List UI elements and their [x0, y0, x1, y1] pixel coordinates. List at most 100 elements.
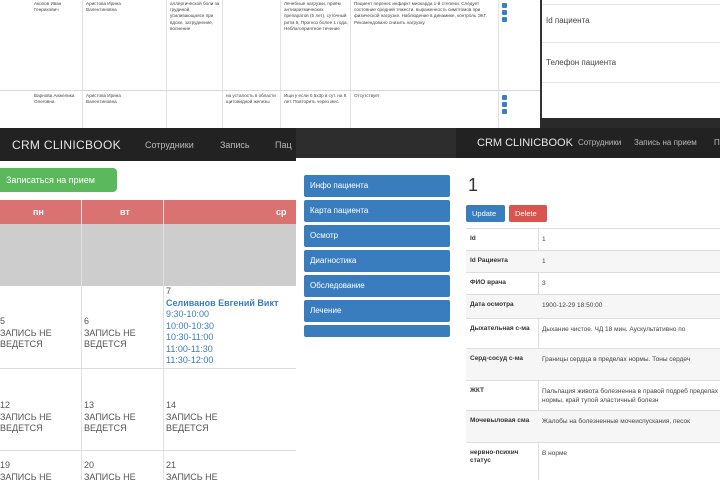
- field-label: Серд-сосуд с-ма: [470, 355, 524, 362]
- field-value: 1900-12-29 18:50:00: [542, 302, 603, 309]
- weekday-tue: вт: [120, 207, 130, 217]
- table-row: ЖКТ Пальпация живота болезненна в правой…: [466, 380, 720, 410]
- day-status: ЗАПИСЬ НЕ: [84, 472, 136, 480]
- day-number: 14: [166, 400, 177, 410]
- day-number: 6: [84, 316, 90, 326]
- navbar: CRM CLINICBOOK Сотрудники Запись Пац: [0, 128, 296, 161]
- field-label: Id Pациента: [470, 257, 508, 264]
- inspection-window: CRM CLINICBOOK Сотрудники Запись на прие…: [296, 128, 720, 480]
- field-value: 1: [542, 236, 546, 243]
- table-row: Id Pациента 1: [466, 250, 720, 272]
- navbar: CRM CLINICBOOK Сотрудники Запись на прие…: [456, 128, 720, 158]
- calendar-window: CRM CLINICBOOK Сотрудники Запись Пац Зап…: [0, 128, 296, 480]
- record-title: 1: [468, 175, 479, 195]
- field-value: Жалобы на болезненные мочеиспускания, пе…: [542, 418, 690, 425]
- menu-inspection[interactable]: Осмотр: [304, 225, 450, 247]
- time-slot[interactable]: 9:30-10:00: [166, 309, 278, 321]
- delete-icon[interactable]: [502, 109, 507, 114]
- calendar-day[interactable]: 21 ЗАПИСЬ НЕ: [166, 460, 236, 480]
- table-row: Серд-сосуд с-ма Границы сердца в предела…: [466, 348, 720, 380]
- nav-patients[interactable]: Пац: [275, 140, 292, 150]
- calendar-day[interactable]: 19 ЗАПИСЬ НЕ: [0, 460, 70, 480]
- signup-appointment-button[interactable]: Записаться на прием: [0, 168, 117, 192]
- cell-anamnesis: Лечебные нагрузки, приём антиаритмически…: [284, 1, 348, 31]
- patient-id-label: Id пациента: [546, 16, 590, 25]
- weekday-mon: пн: [33, 207, 44, 217]
- field-value: Пальпация живота болезненна в правой под…: [542, 388, 719, 404]
- table-row: Варнова Анжелика Олеговна Аристова Ирина…: [0, 90, 540, 128]
- calendar-day[interactable]: 6 ЗАПИСЬ НЕ ВЕДЕТСЯ: [84, 316, 154, 350]
- nav-appointments[interactable]: Запись на прием: [634, 138, 697, 147]
- menu-examination[interactable]: Обследование: [304, 275, 450, 297]
- calendar-day[interactable]: 14 ЗАПИСЬ НЕ ВЕДЕТСЯ: [166, 400, 236, 434]
- delete-button[interactable]: Delete: [509, 205, 547, 222]
- table-row: Дыхательная с-ма Дыхание чистое. ЧД 18 м…: [466, 318, 720, 348]
- calendar-day[interactable]: 12 ЗАПИСЬ НЕ ВЕДЕТСЯ: [0, 400, 70, 434]
- field-label: Id: [470, 235, 476, 242]
- edit-icon[interactable]: [502, 102, 507, 107]
- field-value: Дыхание чистое. ЧД 18 мин. Аускультативн…: [542, 326, 686, 333]
- menu-patient-info[interactable]: Инфо пациента: [304, 175, 450, 197]
- nav-appointments[interactable]: Запись: [220, 140, 250, 150]
- calendar-day[interactable]: 13 ЗАПИСЬ НЕ ВЕДЕТСЯ: [84, 400, 154, 434]
- patients-table-window: Акопов Иван Генрихович Аристова Ирина Ва…: [0, 0, 540, 128]
- calendar-empty-week: [0, 224, 296, 286]
- time-slot[interactable]: 11:30-12:00: [166, 355, 278, 367]
- weekday-wed: ср: [276, 207, 287, 217]
- day-number: 13: [84, 400, 95, 410]
- nav-employees[interactable]: Сотрудники: [145, 140, 194, 150]
- table-row: Дата осмотра 1900-12-29 18:50:00: [466, 294, 720, 318]
- table-row: Акопов Иван Генрихович Аристова Ирина Ва…: [0, 0, 540, 90]
- table-row: ФИО врача 3: [466, 272, 720, 294]
- calendar-day: 7 Селиванов Евгений Викт 9:30-10:00 10:0…: [166, 286, 278, 367]
- patient-form-window: Id пациента Телефон пациента: [540, 0, 720, 118]
- patient-phone-label: Телефон пациента: [546, 58, 617, 67]
- time-slot[interactable]: 10:30-11:00: [166, 332, 278, 344]
- calendar-day[interactable]: 20 ЗАПИСЬ НЕ: [84, 460, 154, 480]
- nav-patients[interactable]: П: [714, 138, 720, 147]
- menu-treatment[interactable]: Лечение: [304, 300, 450, 322]
- time-slot[interactable]: 11:00-11:30: [166, 344, 278, 356]
- day-status: ЗАПИСЬ НЕ: [0, 472, 52, 480]
- calendar-day[interactable]: 5 ЗАПИСЬ НЕ ВЕДЕТСЯ: [0, 316, 70, 350]
- menu-diagnostics[interactable]: Диагностика: [304, 250, 450, 272]
- day-status: ЗАПИСЬ НЕ: [166, 472, 218, 480]
- cell-conclusion: Отсутствует: [354, 93, 380, 98]
- field-label: Мочевыловая сма: [470, 417, 530, 424]
- field-label: нервно-психич статус: [470, 449, 519, 464]
- cell-anamnesis: Ищи у если 0.5х3р в сут. на 6 лет. Повто…: [284, 93, 347, 105]
- field-value: В норме: [542, 450, 568, 457]
- day-number: 20: [84, 460, 95, 470]
- field-label: Дыхательная с-ма: [470, 325, 530, 332]
- day-status: ЗАПИСЬ НЕ ВЕДЕТСЯ: [84, 412, 136, 433]
- field-value: Границы сердца в пределах нормы. Тоны се…: [542, 356, 691, 363]
- calendar-header: пн вт ср: [0, 200, 296, 224]
- day-number: 7: [166, 286, 172, 296]
- day-status: ЗАПИСЬ НЕ ВЕДЕТСЯ: [0, 412, 52, 433]
- day-number: 5: [0, 316, 6, 326]
- table-row: Мочевыловая сма Жалобы на болезненные мо…: [466, 410, 720, 442]
- doctor-name: Селиванов Евгений Викт: [166, 298, 279, 308]
- table-row: Id 1: [466, 228, 720, 250]
- view-icon[interactable]: [502, 95, 507, 100]
- menu-patient-card[interactable]: Карта пациента: [304, 200, 450, 222]
- time-slot[interactable]: 10:00-10:30: [166, 321, 278, 333]
- day-number: 12: [0, 400, 11, 410]
- day-status: ЗАПИСЬ НЕ ВЕДЕТСЯ: [166, 412, 218, 433]
- delete-icon[interactable]: [502, 17, 507, 22]
- update-button[interactable]: Update: [466, 205, 505, 222]
- table-row: нервно-психич статус В норме: [466, 442, 720, 480]
- menu-footer: [304, 325, 450, 337]
- cell-complaints: на усталость в области щитовидной железы: [226, 93, 276, 105]
- field-value: 3: [542, 280, 546, 287]
- field-value: 1: [542, 258, 546, 265]
- edit-icon[interactable]: [502, 10, 507, 15]
- cell-complaints: аллергической боли за грудиной, усиливаю…: [170, 1, 220, 31]
- nav-employees[interactable]: Сотрудники: [578, 138, 621, 147]
- brand-logo[interactable]: CRM CLINICBOOK: [12, 138, 121, 152]
- cell-conclusion: Пациент перенес инфаркт миокарда 1-й сте…: [354, 1, 487, 25]
- side-menu: Инфо пациента Карта пациента Осмотр Диаг…: [304, 175, 450, 337]
- brand-logo[interactable]: CRM CLINICBOOK: [477, 137, 573, 149]
- cell-patient: Акопов Иван Генрихович: [34, 1, 62, 13]
- view-icon[interactable]: [502, 3, 507, 8]
